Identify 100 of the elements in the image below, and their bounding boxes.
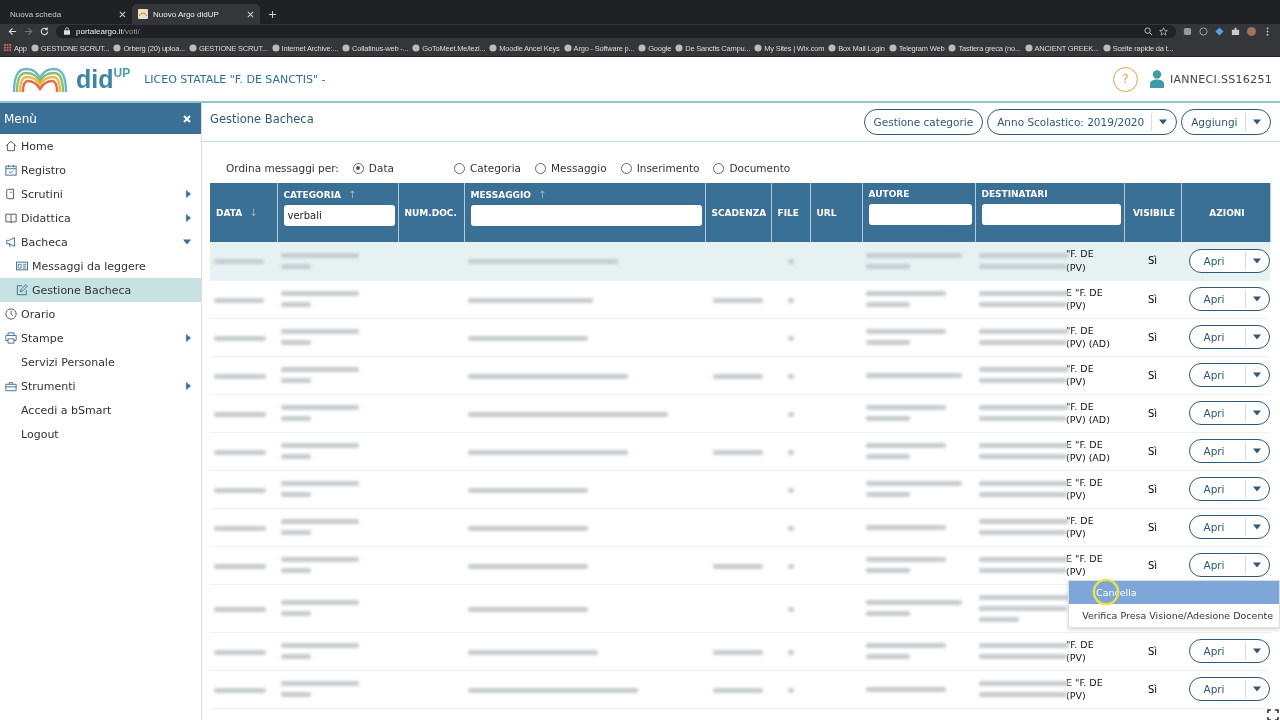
blurred-text <box>713 649 763 655</box>
table-row[interactable]: "F. DE (PV) (AD) Sì Apri <box>210 394 1270 432</box>
filter-field[interactable] <box>470 205 702 226</box>
menu-item[interactable]: Strumenti <box>0 374 201 398</box>
table-row[interactable]: E "F. DE (PV) Sì Apri <box>210 470 1270 508</box>
brand-name: did$^{UP}$ <box>76 66 131 92</box>
printer-icon <box>5 332 17 344</box>
menu-item[interactable]: Stampe <box>0 326 201 350</box>
column-header[interactable]: URL <box>810 183 862 242</box>
caret-icon <box>1253 334 1261 340</box>
blurred-text <box>281 416 311 421</box>
close-icon[interactable] <box>247 10 254 18</box>
lock-icon <box>64 27 70 35</box>
table-row[interactable]: "F. DE (PV) Sì Apri <box>210 632 1270 670</box>
column-header[interactable]: VISIBILE <box>1124 183 1181 242</box>
open-dropdown-button[interactable]: Apri <box>1189 439 1270 463</box>
column-header[interactable]: AZIONI <box>1181 183 1270 242</box>
blurred-text <box>787 259 794 265</box>
bookmark-icon <box>30 44 39 52</box>
table-row[interactable]: E "F. DE (PV) Sì Apri <box>210 280 1270 318</box>
menu-option[interactable]: Verifica Presa Visione/Adesione Docente <box>1069 603 1279 627</box>
sort-radio[interactable]: Messaggio <box>535 162 607 174</box>
tab-title: Nuovo Argo didUP <box>153 9 220 19</box>
sort-radio[interactable]: Categoria <box>453 162 522 174</box>
table-row[interactable]: E "F. DE (PV) Sì Apri <box>210 670 1270 708</box>
filter-field[interactable] <box>981 204 1121 225</box>
blurred-text <box>281 654 311 659</box>
visible-text: Sì <box>1147 445 1158 457</box>
profile-avatar-icon[interactable] <box>1247 26 1256 36</box>
close-icon[interactable] <box>119 10 126 18</box>
blurred-text <box>866 611 910 616</box>
column-header[interactable]: AUTORE <box>862 183 975 242</box>
menu-item[interactable]: Home <box>0 134 201 158</box>
bookmark-icon <box>489 44 498 52</box>
back-icon[interactable] <box>8 26 17 36</box>
sort-radio[interactable]: Inserimento <box>620 162 700 174</box>
star-icon[interactable] <box>1159 26 1168 36</box>
column-header[interactable]: DESTINATARI <box>975 183 1124 242</box>
toolbar-button[interactable]: Aggiungi <box>1181 109 1271 135</box>
fullscreen-icon[interactable] <box>1266 709 1279 720</box>
visible-text: Sì <box>1147 369 1158 381</box>
toolbar-button[interactable]: Anno Scolastico: 2019/2020 <box>987 109 1178 135</box>
table-row[interactable]: "F. DE (PV) (AD) Sì Apri <box>210 318 1270 356</box>
menu-item[interactable]: Registro <box>0 158 201 182</box>
menu-item[interactable]: Scrutini <box>0 182 201 206</box>
blurred-text <box>787 449 794 455</box>
filter-field[interactable] <box>868 204 972 225</box>
submenu-item[interactable]: Messaggi da leggere <box>0 254 201 278</box>
open-dropdown-button[interactable]: Apri <box>1189 325 1270 349</box>
open-dropdown-button[interactable]: Apri <box>1189 677 1270 701</box>
blurred-text <box>979 616 1019 622</box>
menu-item[interactable]: Logout <box>0 422 201 446</box>
open-dropdown-button[interactable]: Apri <box>1189 553 1270 577</box>
open-dropdown-button[interactable]: Apri <box>1189 363 1270 387</box>
forward-icon[interactable] <box>24 26 33 36</box>
zoom-icon[interactable] <box>1144 26 1153 36</box>
open-dropdown-button[interactable]: Apri <box>1189 639 1270 663</box>
caret-icon <box>1253 410 1261 416</box>
open-dropdown-button[interactable]: Apri <box>1189 248 1270 273</box>
blurred-text <box>214 449 266 455</box>
caret-icon <box>1253 257 1261 264</box>
blurred-text <box>281 611 311 616</box>
column-header[interactable]: FILE <box>771 183 810 242</box>
toolbar-button[interactable]: Gestione categorie <box>863 109 984 135</box>
caret-icon <box>1253 686 1261 692</box>
menu-item[interactable]: Servizi Personale <box>0 350 201 374</box>
open-dropdown-button[interactable]: Apri <box>1189 477 1270 501</box>
book-icon <box>5 212 17 224</box>
bookmark-icon <box>113 44 122 52</box>
browser-tab[interactable]: Nuova scheda <box>4 4 132 24</box>
sort-radio[interactable]: Documento <box>713 162 791 174</box>
column-header[interactable]: DATA ↓ <box>210 183 277 242</box>
menu-item[interactable]: Accedi a bSmart <box>0 398 201 422</box>
new-tab-icon[interactable] <box>268 10 277 19</box>
open-dropdown-button[interactable]: Apri <box>1189 401 1270 425</box>
puzzle-icon[interactable] <box>1231 26 1240 36</box>
browser-tab[interactable]: Nuovo Argo didUP <box>132 4 260 24</box>
address-bar[interactable]: portaleargo.it/voti/ <box>56 24 1176 38</box>
menu-item[interactable]: Bacheca <box>0 230 201 254</box>
visible-text: Sì <box>1147 559 1158 571</box>
open-dropdown-button[interactable]: Apri <box>1189 515 1270 539</box>
username[interactable]: IANNECI.SS16251 <box>1169 72 1272 86</box>
column-header[interactable]: CATEGORIA ↑ verbali <box>277 183 398 242</box>
submenu-item[interactable]: Gestione Bacheca <box>0 278 201 302</box>
column-header[interactable]: NUM.DOC. <box>398 183 464 242</box>
blurred-text <box>866 454 910 459</box>
filter-field[interactable]: verbali <box>283 205 395 226</box>
column-header[interactable]: SCADENZA <box>705 183 771 242</box>
reload-icon[interactable] <box>40 26 49 36</box>
blurred-text <box>214 687 266 693</box>
table-row[interactable]: E "F. DE (PV) (AD) Sì Apri <box>210 432 1270 470</box>
table-row[interactable]: "F. DE (PV) Sì Apri <box>210 356 1270 394</box>
sort-radio[interactable]: Data <box>352 162 394 174</box>
column-header[interactable]: MESSAGGIO ↑ <box>464 183 705 242</box>
menu-item[interactable]: Orario <box>0 302 201 326</box>
table-row[interactable]: "F. DE (PV) Sì Apri <box>210 508 1270 546</box>
open-dropdown-button[interactable]: Apri <box>1189 287 1270 311</box>
blurred-text <box>214 411 266 417</box>
menu-item[interactable]: Didattica <box>0 206 201 230</box>
blurred-text <box>866 492 910 497</box>
